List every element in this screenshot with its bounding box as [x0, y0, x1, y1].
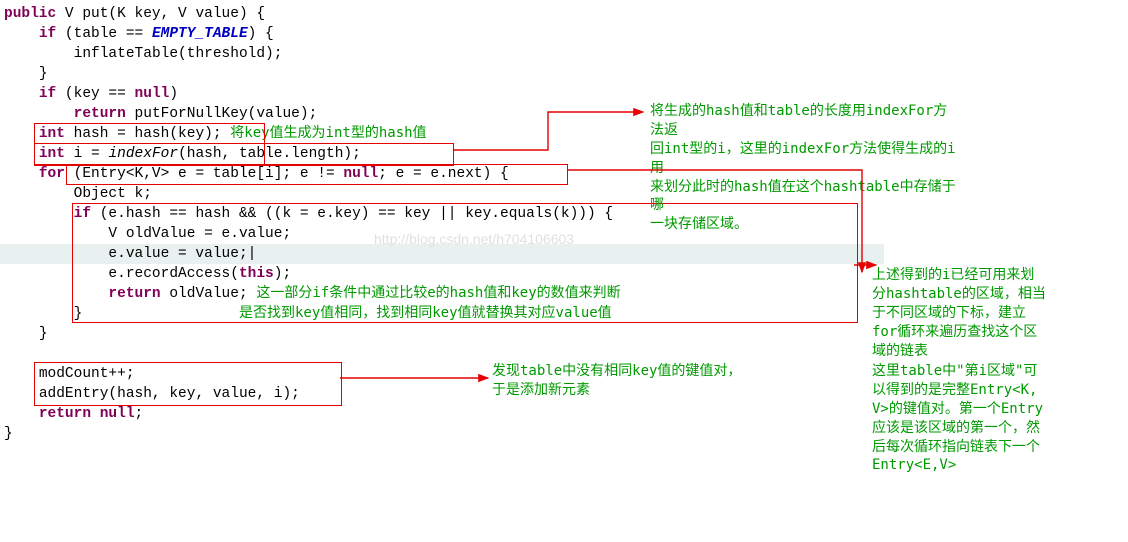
kw-null: null — [100, 406, 135, 422]
kw-return: return — [74, 106, 126, 122]
kw-public: public — [4, 6, 56, 22]
t: e.recordAccess( — [108, 266, 239, 282]
t: ); — [274, 266, 291, 282]
t: } — [39, 66, 48, 82]
t: modCount++; — [39, 366, 135, 382]
t: (hash, table.length); — [178, 146, 361, 162]
t: e.value = value; — [108, 246, 247, 262]
kw-null: null — [135, 86, 170, 102]
t: ; e = e.next) { — [378, 166, 509, 182]
t: (key == — [56, 86, 134, 102]
kw-return: return — [108, 286, 160, 302]
comment-hash-key: 将key值生成为int型的hash值 — [230, 125, 426, 141]
comment-ifblock-2: 是否找到key值相同，找到相同key值就替换其对应value值 — [239, 305, 612, 321]
kw-if: if — [39, 26, 56, 42]
t: (table == — [56, 26, 152, 42]
t: 于不同区域的下标，建立 — [872, 304, 1052, 323]
kw-this: this — [239, 266, 274, 282]
t: 回int型的i，这里的indexFor方法使得生成的i用 — [650, 140, 958, 178]
t: } — [4, 426, 13, 442]
t: Entry<E,V> — [872, 456, 1057, 475]
t: V>的键值对。第一个Entry — [872, 400, 1057, 419]
t: 域的链表 — [872, 342, 1052, 361]
kw-for: for — [39, 166, 65, 182]
t: ) { — [248, 26, 274, 42]
t: } — [39, 326, 48, 342]
t: 分hashtable的区域，相当 — [872, 285, 1052, 304]
t: for循环来遍历查找这个区 — [872, 323, 1052, 342]
t: i = — [65, 146, 109, 162]
t: inflateTable(threshold); — [74, 46, 283, 62]
t: 应该是该区域的第一个，然 — [872, 419, 1057, 438]
kw-return: return — [39, 406, 91, 422]
t: hash = hash(key); — [65, 126, 222, 142]
t: (Entry<K,V> e = table[i]; e != — [65, 166, 343, 182]
kw-if: if — [74, 206, 91, 222]
side-comment-loop: 上述得到的i已经可用来划 分hashtable的区域，相当 于不同区域的下标，建… — [872, 266, 1052, 360]
t: 后每次循环指向链表下一个 — [872, 438, 1057, 457]
t: ; — [135, 406, 144, 422]
t: } — [74, 306, 83, 322]
side-comment-entry: 这里table中"第i区域"可 以得到的是完整Entry<K, V>的键值对。第… — [872, 362, 1057, 475]
side-comment-addentry: 发现table中没有相同key值的键值对， 于是添加新元素 — [492, 362, 762, 400]
t: 将生成的hash值和table的长度用indexFor方法返 — [650, 102, 958, 140]
t: putForNullKey(value); — [126, 106, 317, 122]
kw-int: int — [39, 126, 65, 142]
kw-int: int — [39, 146, 65, 162]
t: (e.hash == hash && ((k = e.key) == key |… — [91, 206, 613, 222]
kw-if: if — [39, 86, 56, 102]
t: 这里table中"第i区域"可 — [872, 362, 1057, 381]
t: oldValue; — [161, 286, 248, 302]
side-comment-indexfor: 将生成的hash值和table的长度用indexFor方法返 回int型的i，这… — [650, 102, 958, 234]
const-empty-table: EMPTY_TABLE — [152, 26, 248, 42]
t: addEntry(hash, key, value, i); — [39, 386, 300, 402]
t: 来划分此时的hash值在这个hashtable中存储于哪 — [650, 178, 958, 216]
method-indexfor: indexFor — [108, 146, 178, 162]
t: 发现table中没有相同key值的键值对， — [492, 362, 762, 381]
comment-ifblock-1: 这一部分if条件中通过比较e的hash值和key的数值来判断 — [256, 285, 620, 301]
t: 一块存储区域。 — [650, 215, 958, 234]
t: 于是添加新元素 — [492, 381, 762, 400]
kw-null: null — [343, 166, 378, 182]
cursor: | — [248, 246, 257, 262]
t: 以得到的是完整Entry<K, — [872, 381, 1057, 400]
t: V oldValue = e.value; — [108, 226, 291, 242]
t: ) — [169, 86, 178, 102]
t: Object k; — [74, 186, 152, 202]
t: 上述得到的i已经可用来划 — [872, 266, 1052, 285]
